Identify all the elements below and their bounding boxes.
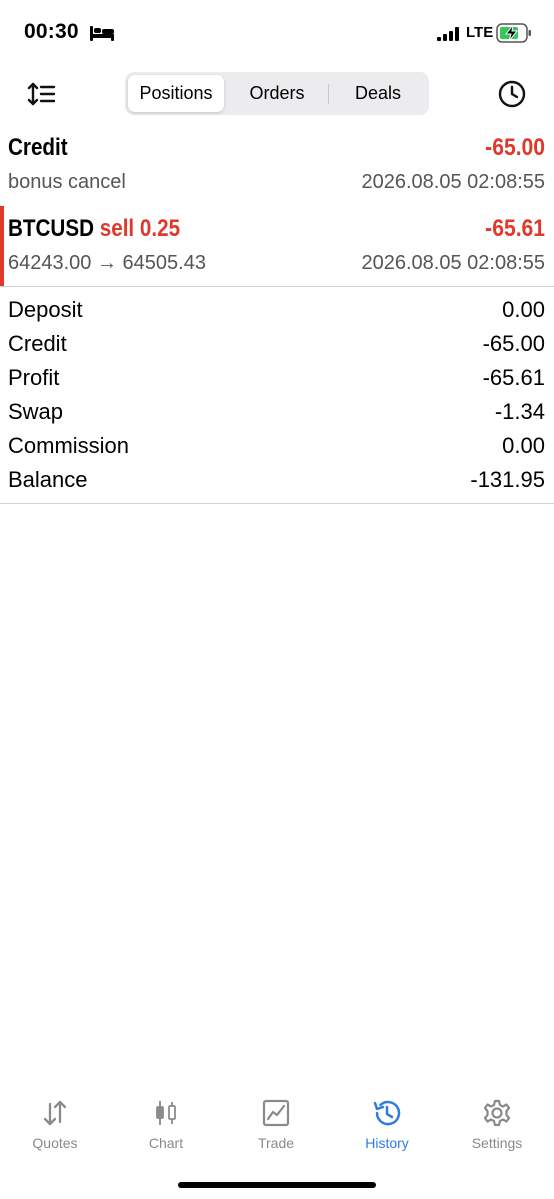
summary-deposit: Deposit 0.00	[0, 297, 554, 331]
summary-swap: Swap -1.34	[0, 399, 554, 433]
summary-label: Commission	[8, 433, 130, 458]
tab-history[interactable]: History	[332, 1092, 442, 1152]
battery-charging-icon	[496, 23, 531, 43]
position-time: 2026.08.05 02:08:55	[361, 252, 545, 274]
deal-time: 2026.08.05 02:08:55	[361, 171, 545, 193]
tab-trade[interactable]: Trade	[221, 1092, 331, 1152]
tab-quotes[interactable]: Quotes	[0, 1092, 110, 1152]
tab-positions[interactable]: Positions	[128, 75, 224, 112]
tab-settings[interactable]: Settings	[442, 1092, 552, 1152]
tab-chart[interactable]: Chart	[111, 1092, 221, 1152]
tab-orders[interactable]: Orders	[226, 75, 328, 112]
summary-label: Balance	[8, 467, 88, 492]
deal-comment: bonus cancel	[8, 171, 126, 193]
tab-deals[interactable]: Deals	[329, 75, 427, 112]
trade-icon	[262, 1099, 290, 1127]
summary-value: -65.00	[482, 331, 545, 356]
summary-label: Profit	[8, 365, 60, 390]
network-label: LTE	[466, 24, 494, 41]
summary-value: -65.61	[482, 365, 545, 390]
summary-value: 0.00	[502, 433, 545, 458]
summary-credit: Credit -65.00	[0, 331, 554, 365]
summary-label: Deposit	[8, 297, 83, 322]
summary-balance: Balance -131.95	[0, 467, 554, 501]
deal-amount: -65.00	[485, 134, 545, 161]
tab-label: History	[365, 1135, 409, 1151]
signal-icon	[437, 27, 459, 41]
summary-divider-top	[0, 286, 554, 287]
position-side: sell 0.25	[99, 215, 181, 242]
summary-profit: Profit -65.61	[0, 365, 554, 399]
summary-value: -131.95	[470, 467, 545, 492]
position-row-btcusd[interactable]: BTCUSD sell 0.25 -65.61 64243.00 → 64505…	[0, 211, 554, 283]
tab-label: Settings	[471, 1135, 523, 1151]
tab-label: Quotes	[32, 1135, 78, 1151]
sort-icon[interactable]	[27, 81, 57, 107]
position-profit: -65.61	[485, 215, 545, 242]
position-symbol: BTCUSD	[8, 215, 94, 242]
summary-label: Credit	[8, 331, 67, 356]
summary-value: -1.34	[494, 399, 545, 424]
settings-icon	[483, 1099, 511, 1127]
chart-icon	[156, 1101, 176, 1125]
credit-deal-row[interactable]: Credit -65.00 bonus cancel 2026.08.05 02…	[0, 130, 554, 202]
history-icon	[373, 1100, 401, 1126]
history-toolbar: Positions Orders Deals	[0, 72, 554, 118]
summary-divider-bottom	[0, 503, 554, 504]
summary-label: Swap	[8, 399, 64, 424]
position-prices: 64243.00 → 64505.43	[8, 252, 206, 274]
deal-title: Credit	[8, 134, 68, 161]
summary-commission: Commission 0.00	[0, 433, 554, 467]
bed-icon	[90, 26, 114, 41]
clock-icon[interactable]	[497, 79, 527, 109]
tab-label: Chart	[148, 1135, 184, 1151]
status-time: 00:30	[24, 20, 79, 43]
positions-orders-deals-switch: Positions Orders Deals	[125, 72, 429, 115]
bottom-tab-bar: Quotes Chart Trade History Settings	[0, 1092, 554, 1162]
position-title: BTCUSD sell 0.25	[8, 215, 180, 243]
status-bar: 00:30 LTE	[0, 0, 554, 62]
quotes-icon	[43, 1100, 67, 1126]
tab-label: Trade	[257, 1135, 295, 1151]
home-indicator	[178, 1182, 376, 1188]
summary-value: 0.00	[502, 297, 545, 322]
